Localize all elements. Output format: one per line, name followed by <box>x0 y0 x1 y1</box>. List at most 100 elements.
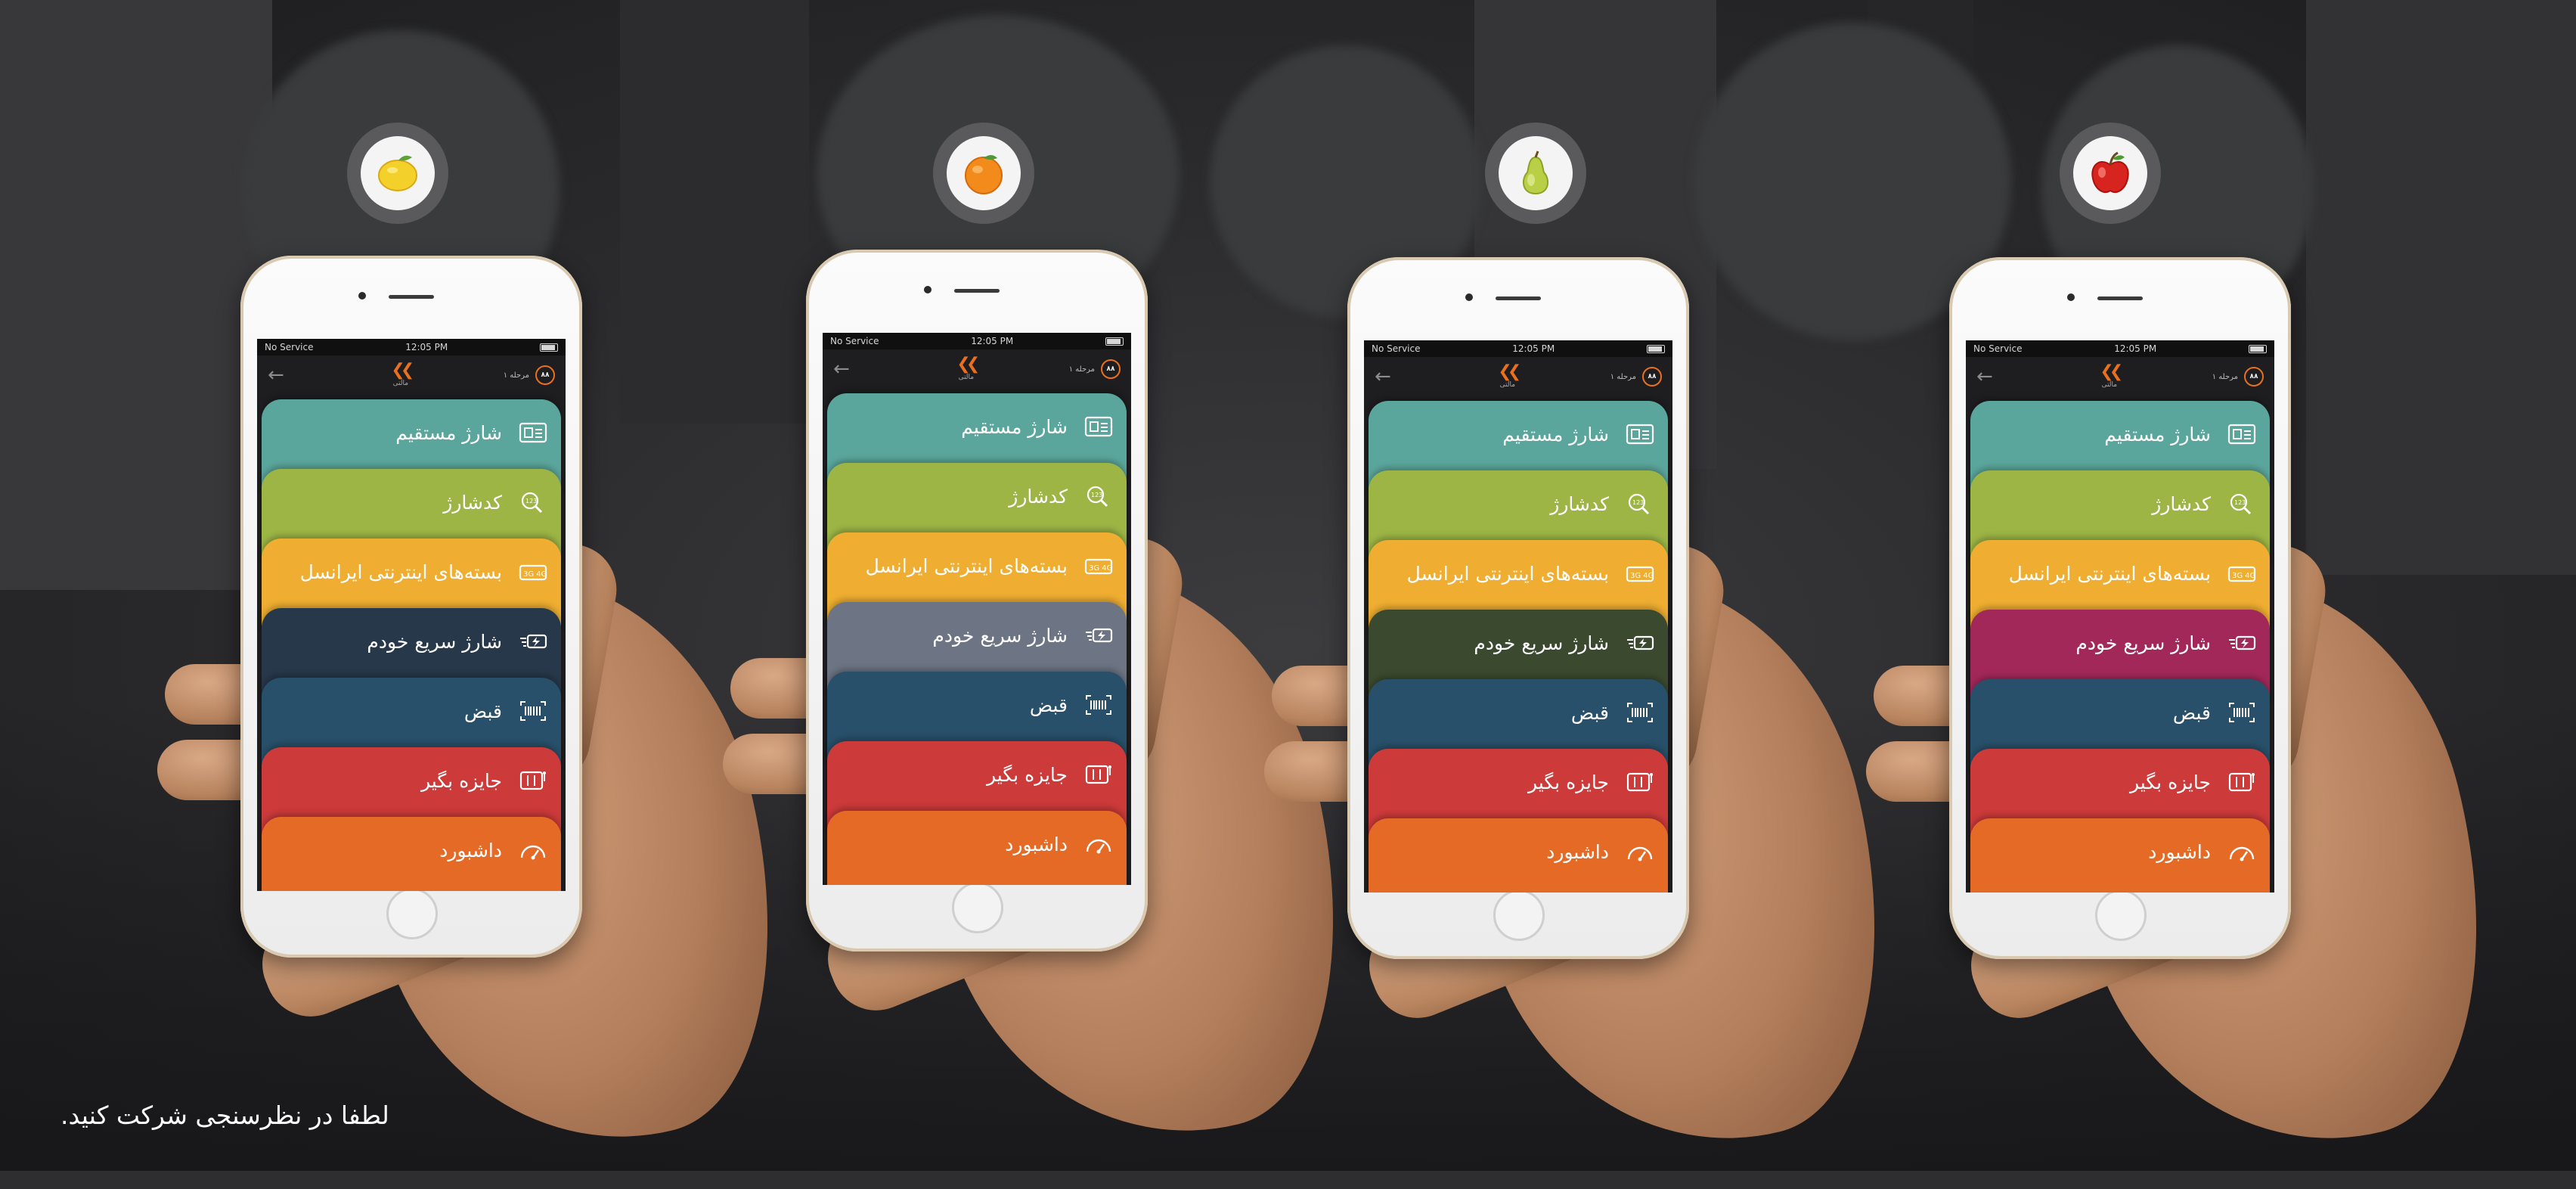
menu-item[interactable]: داشبورد <box>262 817 561 891</box>
earpiece <box>2097 296 2143 300</box>
earpiece <box>389 295 434 299</box>
home-button[interactable] <box>1493 889 1545 941</box>
carrier-label: No Service <box>830 336 879 346</box>
level-label: مرحله ۱ <box>503 371 529 380</box>
menu-item-label: بسته‌های اینترنتی ایرانسل <box>1406 562 1609 585</box>
menu-item-label: قبض <box>1570 701 1609 724</box>
menu-item-label: داشبورد <box>439 839 502 861</box>
menu-item-label: داشبورد <box>2148 840 2211 863</box>
chevrons-logo-icon: ❮❮ <box>2100 362 2123 381</box>
menu-item-label: جایزه بگیر <box>1528 771 1609 793</box>
main-menu: شارژ مستقیم کدشارژ 123 بسته‌های اینترنتی ای… <box>1970 401 2270 893</box>
svg-text:123: 123 <box>2234 499 2246 506</box>
app-screen: No Service 12:05 PM ← ❮❮ مالتی مرحله ۱ ۸۸ شارژ … <box>1966 340 2274 893</box>
menu-item[interactable]: داشبورد <box>1369 818 1668 893</box>
back-arrow-icon[interactable]: ← <box>268 364 298 387</box>
home-button[interactable] <box>386 888 438 939</box>
phone-mockup-pear: No Service 12:05 PM ← ❮❮ مالتی مرحله ۱ ۸۸ شارژ … <box>1347 257 1689 959</box>
svg-text:3G 4G: 3G 4G <box>1630 572 1654 580</box>
status-bar: No Service 12:05 PM <box>1966 340 2274 357</box>
barcode-icon <box>1626 701 1654 724</box>
svg-text:123: 123 <box>1091 492 1102 498</box>
app-screen: No Service 12:05 PM ← ❮❮ مالتی مرحله ۱ ۸۸ شارژ … <box>257 339 566 891</box>
battery-icon <box>1105 337 1124 346</box>
front-camera <box>1465 293 1473 301</box>
home-button[interactable] <box>952 882 1003 933</box>
menu-item-label: شارژ سریع خودم <box>1474 632 1609 654</box>
level-label: مرحله ۱ <box>1610 372 1636 381</box>
menu-item-label: داشبورد <box>1005 833 1068 855</box>
level-indicator: مرحله ۱ ۸۸ <box>1610 367 1662 387</box>
menu-item-label: شارژ سریع خودم <box>932 624 1068 647</box>
internet-package-icon: 3G 4G <box>2227 562 2256 585</box>
fruit-theme-badge[interactable] <box>347 123 448 224</box>
menu-item-label: داشبورد <box>1546 840 1609 863</box>
svg-text:3G 4G: 3G 4G <box>2232 572 2255 580</box>
barcode-icon <box>1084 694 1113 716</box>
level-badge: ۸۸ <box>1642 367 1662 387</box>
gauge-icon <box>2227 840 2256 863</box>
menu-item-label: بسته‌های اینترنتی ایرانسل <box>299 560 502 583</box>
menu-item-label: شارژ سریع خودم <box>2075 632 2211 654</box>
fruit-theme-badge[interactable] <box>933 123 1034 224</box>
apple-icon <box>2084 147 2137 200</box>
menu-item-label: کدشارژ <box>443 491 502 514</box>
level-indicator: مرحله ۱ ۸۸ <box>2212 367 2264 387</box>
menu-item-label: شارژ مستقیم <box>395 421 502 444</box>
main-menu: شارژ مستقیم کدشارژ 123 بسته‌های اینترنتی ای… <box>262 399 561 891</box>
svg-text:3G 4G: 3G 4G <box>1089 564 1112 573</box>
level-label: مرحله ۱ <box>2212 372 2238 381</box>
sim-card-icon <box>1084 415 1113 438</box>
back-arrow-icon[interactable]: ← <box>1976 365 2007 388</box>
menu-item-label: جایزه بگیر <box>987 763 1068 786</box>
back-arrow-icon[interactable]: ← <box>833 358 863 380</box>
front-camera <box>924 286 932 293</box>
carrier-label: No Service <box>1372 343 1421 354</box>
front-camera <box>358 292 366 300</box>
barcode-icon <box>2227 701 2256 724</box>
status-bar: No Service 12:05 PM <box>257 339 566 355</box>
app-header: ← ❮❮ مالتی مرحله ۱ ۸۸ <box>1364 357 1672 396</box>
menu-item[interactable]: داشبورد <box>827 811 1127 885</box>
back-arrow-icon[interactable]: ← <box>1375 365 1405 388</box>
carrier-label: No Service <box>265 342 314 352</box>
code-search-icon: 123 <box>1084 485 1113 508</box>
quick-charge-icon <box>1626 632 1654 654</box>
menu-item[interactable]: داشبورد <box>1970 818 2270 893</box>
menu-item-label: قبض <box>2172 701 2211 724</box>
menu-item-label: بسته‌های اینترنتی ایرانسل <box>2008 562 2211 585</box>
gauge-icon <box>519 839 547 861</box>
orange-icon <box>957 147 1010 200</box>
quick-charge-icon <box>1084 624 1113 647</box>
level-indicator: مرحله ۱ ۸۸ <box>1069 359 1121 379</box>
app-logo: ❮❮ مالتی <box>956 355 980 382</box>
svg-text:123: 123 <box>525 498 537 504</box>
menu-item-label: قبض <box>463 700 502 722</box>
level-label: مرحله ۱ <box>1068 365 1095 374</box>
menu-item-label: کدشارژ <box>1550 492 1609 515</box>
fruit-theme-badge[interactable] <box>1485 123 1586 224</box>
status-bar: No Service 12:05 PM <box>1364 340 1672 357</box>
main-menu: شارژ مستقیم کدشارژ 123 بسته‌های اینترنتی ای… <box>827 393 1127 885</box>
status-bar: No Service 12:05 PM <box>823 333 1131 349</box>
chevrons-logo-icon: ❮❮ <box>956 355 980 374</box>
home-button[interactable] <box>2095 889 2147 941</box>
sim-card-icon <box>2227 423 2256 445</box>
level-badge: ۸۸ <box>1101 359 1121 379</box>
quick-charge-icon <box>2227 632 2256 654</box>
clock: 12:05 PM <box>2114 343 2157 354</box>
internet-package-icon: 3G 4G <box>1084 554 1113 577</box>
app-header: ← ❮❮ مالتی مرحله ۱ ۸۸ <box>257 355 566 395</box>
menu-item-label: بسته‌های اینترنتی ایرانسل <box>865 554 1068 577</box>
svg-text:3G 4G: 3G 4G <box>523 570 547 579</box>
fruit-theme-badge[interactable] <box>2060 123 2161 224</box>
front-camera <box>2067 293 2075 301</box>
chevrons-logo-icon: ❮❮ <box>391 361 414 380</box>
app-logo: ❮❮ مالتی <box>2100 362 2123 390</box>
earpiece <box>1496 296 1541 300</box>
gauge-icon <box>1084 833 1113 855</box>
svg-text:123: 123 <box>1632 499 1644 506</box>
survey-prompt: لطفا در نظرسنجی شرکت کنید. <box>60 1101 389 1130</box>
phone-mockup-apple: No Service 12:05 PM ← ❮❮ مالتی مرحله ۱ ۸۸ شارژ … <box>1949 257 2291 959</box>
menu-item-label: شارژ سریع خودم <box>367 630 502 653</box>
